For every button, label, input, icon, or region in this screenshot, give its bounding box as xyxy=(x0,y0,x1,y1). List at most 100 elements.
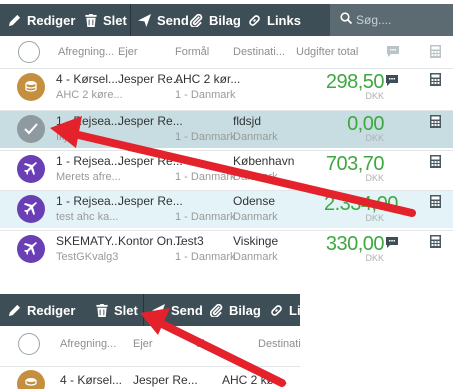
row-purpose-country: 1 - Danmark xyxy=(175,171,236,183)
delete-button[interactable]: Slet xyxy=(85,4,127,36)
row-purpose-country: 1 - Danmark xyxy=(175,131,236,143)
check-icon[interactable] xyxy=(17,115,45,143)
calculator-icon[interactable] xyxy=(430,155,441,173)
paperclip-icon xyxy=(210,303,223,317)
toolbar-zoomed: Rediger Slet Send Bilag Li xyxy=(0,294,301,326)
edit-button-zoomed[interactable]: Rediger xyxy=(8,294,75,326)
row-destination-country: Danmark xyxy=(233,131,278,143)
toolbar-divider xyxy=(130,4,131,36)
row-title: 4 - Kørsel... xyxy=(56,72,119,86)
column-comment-icon xyxy=(387,46,399,60)
airplane-icon[interactable] xyxy=(17,195,45,223)
paper-plane-icon xyxy=(138,13,151,27)
row-title: 1 - Rejsea... xyxy=(56,194,121,208)
row-currency: DKK xyxy=(365,133,384,143)
row-title: 4 - Kørsel... xyxy=(60,373,123,387)
row-destination-country: Danmark xyxy=(233,171,278,183)
row-subtitle: Ikjk xyxy=(56,131,73,143)
toolbar-divider xyxy=(143,294,144,326)
row-title: 1 - Rejsea... xyxy=(56,114,121,128)
paper-plane-icon xyxy=(152,303,165,317)
table-row[interactable]: 1 - Rejsea... test ahc ka... Jesper Re... 1… xyxy=(0,190,453,228)
select-all-checkbox[interactable] xyxy=(18,333,40,355)
row-currency: DKK xyxy=(365,173,384,183)
row-amount: 2.334,00 xyxy=(324,193,398,215)
trash-icon xyxy=(96,303,108,317)
table-row[interactable]: 4 - Kørsel... AHC 2 køre... Jesper Re... AH… xyxy=(0,68,453,106)
row-owner: Jesper Re... xyxy=(118,154,183,168)
row-subtitle: test ahc ka... xyxy=(56,211,119,223)
row-destination-country: Danmark xyxy=(233,251,278,263)
search-box[interactable] xyxy=(330,4,453,36)
send-button[interactable]: Send xyxy=(138,4,189,36)
search-icon xyxy=(340,11,353,29)
row-currency: DKK xyxy=(365,213,384,223)
delete-label: Slet xyxy=(103,12,127,28)
row-amount: 703,70 xyxy=(325,153,385,175)
row-amount: 0,00 xyxy=(347,113,384,135)
table-row[interactable]: SKEMATY... TestGKvalg3 Kontor On... Test3 1 … xyxy=(0,230,453,268)
table-row[interactable]: 4 - Kørsel... Jesper Re... AHC 2 kør... xyxy=(0,366,300,389)
attach-button[interactable]: Bilag xyxy=(190,4,241,36)
row-currency: DKK xyxy=(365,253,384,263)
column-owner[interactable]: Ejer xyxy=(118,46,138,58)
row-destination: Odense xyxy=(233,194,276,208)
column-destination[interactable]: Destinati xyxy=(258,338,301,350)
send-button-zoomed[interactable]: Send xyxy=(152,294,203,326)
edit-button[interactable]: Rediger xyxy=(8,4,75,36)
column-purpose[interactable]: Formål xyxy=(175,46,209,58)
column-purpose[interactable]: ål xyxy=(196,338,205,350)
column-expenses[interactable]: Udgifter total xyxy=(296,46,358,58)
send-label: Send xyxy=(157,12,189,28)
link-icon xyxy=(270,304,283,317)
column-destination[interactable]: Destinati... xyxy=(233,46,285,58)
row-owner: Jesper Re... xyxy=(133,373,198,387)
table-header-zoomed: Afregning... Ejer ål Destinati xyxy=(0,328,301,360)
row-purpose-country: 1 - Danmark xyxy=(175,89,236,101)
column-settlement[interactable]: Afregning... xyxy=(60,338,116,350)
table-header: Afregning... Ejer Formål Destinati... Ud… xyxy=(0,36,453,68)
links-label: Li xyxy=(289,302,301,318)
links-button-zoomed[interactable]: Li xyxy=(270,294,301,326)
send-label: Send xyxy=(171,302,203,318)
row-purpose: Test3 xyxy=(175,234,204,248)
comment-icon[interactable] xyxy=(386,235,398,253)
delete-button-zoomed[interactable]: Slet xyxy=(96,294,138,326)
row-subtitle: TestGKvalg3 xyxy=(56,251,119,263)
calculator-icon[interactable] xyxy=(430,235,441,253)
row-title: 1 - Rejsea... xyxy=(56,154,121,168)
row-title: SKEMATY... xyxy=(56,234,121,248)
row-subtitle: AHC 2 køre... xyxy=(56,89,123,101)
edit-label: Rediger xyxy=(27,12,76,28)
select-all-checkbox[interactable] xyxy=(18,41,40,63)
trash-icon xyxy=(85,13,97,27)
airplane-icon[interactable] xyxy=(17,235,45,263)
calculator-icon[interactable] xyxy=(430,115,441,133)
toolbar: Rediger Slet Send Bilag Links xyxy=(0,4,453,36)
calculator-icon[interactable] xyxy=(430,195,441,213)
link-icon xyxy=(248,14,261,27)
pencil-icon xyxy=(8,304,21,317)
table-row[interactable]: 1 - Rejsea... Merets afre... Jesper Re... 1… xyxy=(0,150,453,188)
search-input[interactable] xyxy=(356,13,446,27)
row-owner: Kontor On... xyxy=(118,234,183,248)
column-owner[interactable]: Ejer xyxy=(133,338,153,350)
links-label: Links xyxy=(267,12,301,28)
coins-icon[interactable] xyxy=(17,73,45,101)
row-amount: 298,50 xyxy=(325,71,385,93)
paperclip-icon xyxy=(190,13,203,27)
edit-label: Rediger xyxy=(27,302,76,318)
comment-icon[interactable] xyxy=(386,73,398,91)
coins-icon xyxy=(17,370,45,389)
row-amount: 330,00 xyxy=(325,233,385,255)
attach-button-zoomed[interactable]: Bilag xyxy=(210,294,261,326)
table-row[interactable]: 1 - Rejsea... Ikjk Jesper Re... 1 - Danmark… xyxy=(0,110,453,148)
airplane-icon[interactable] xyxy=(17,155,45,183)
row-subtitle: Merets afre... xyxy=(56,171,121,183)
pencil-icon xyxy=(8,14,21,27)
column-settlement[interactable]: Afregning... xyxy=(58,46,114,58)
row-destination: fldsjd xyxy=(233,114,262,128)
links-button[interactable]: Links xyxy=(248,4,301,36)
row-purpose-country: 1 - Danmark xyxy=(175,211,236,223)
calculator-icon[interactable] xyxy=(430,73,441,91)
